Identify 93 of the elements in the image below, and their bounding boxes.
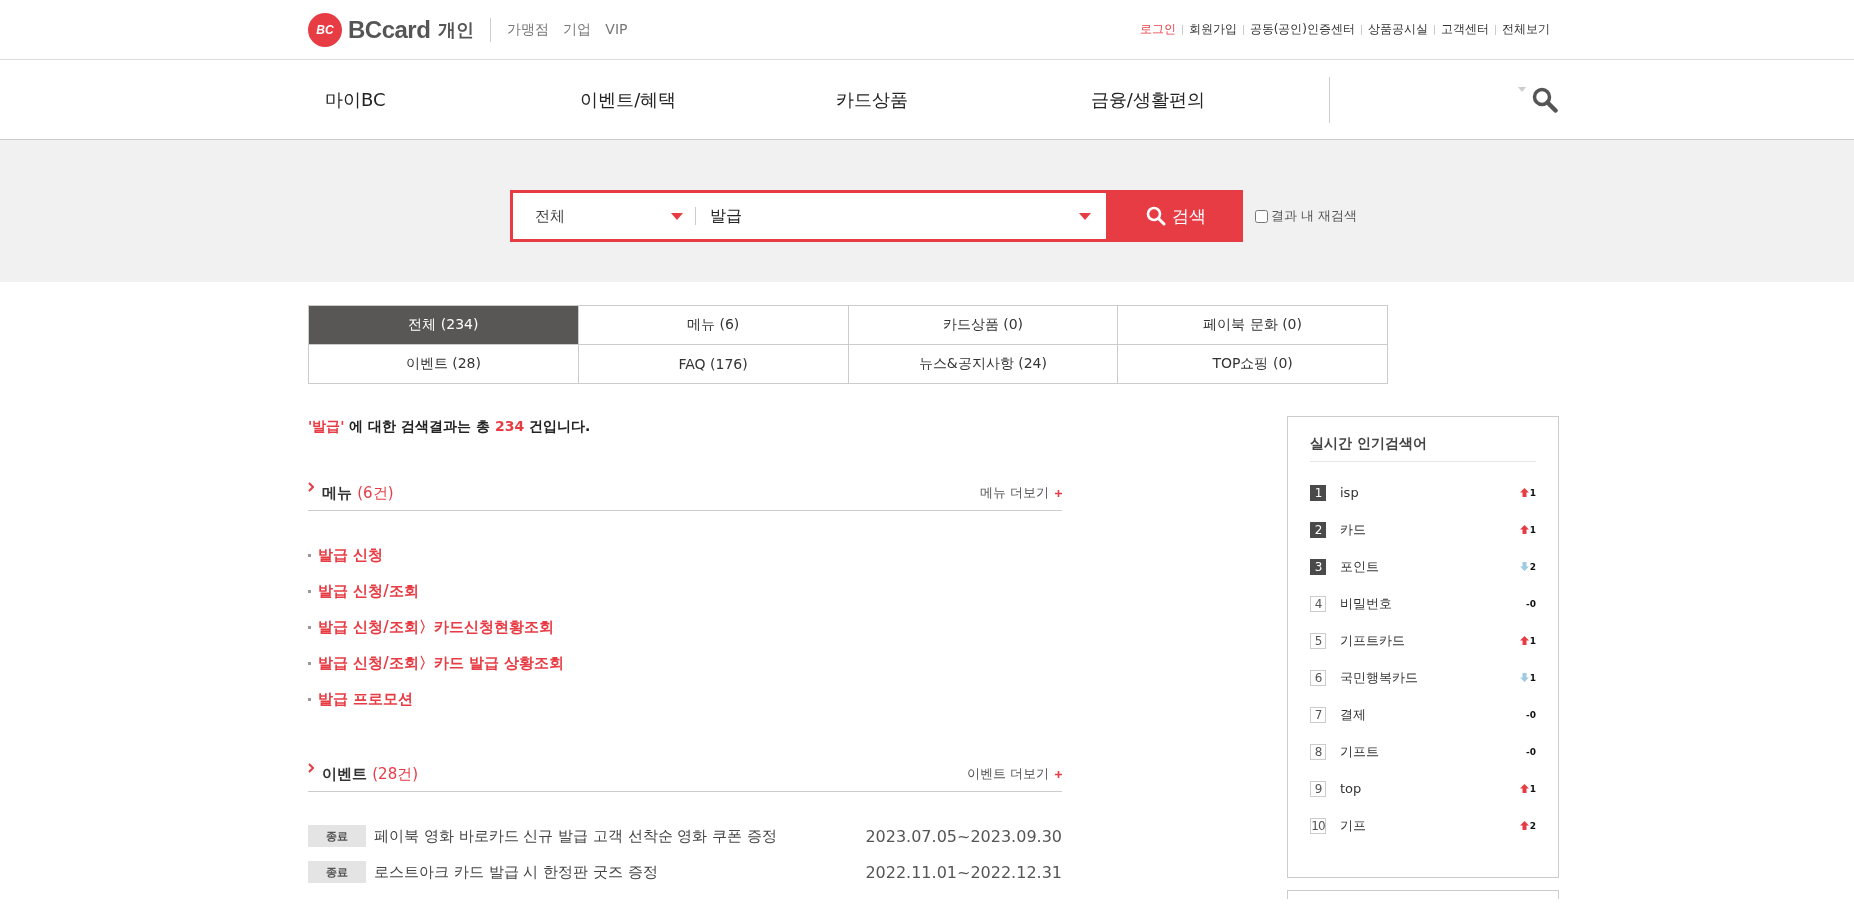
search-term[interactable]: isp <box>1340 485 1359 500</box>
rank-number: 7 <box>1310 706 1326 723</box>
chevron-icon <box>308 482 314 492</box>
up-arrow-icon <box>1519 488 1529 497</box>
nav-item[interactable]: 이벤트/혜택 <box>563 87 819 112</box>
rank-number: 4 <box>1310 595 1326 612</box>
rank-change: 2 <box>1529 561 1536 572</box>
rank-number: 5 <box>1310 632 1326 649</box>
status-label: 종료 <box>308 825 366 847</box>
down-arrow-icon <box>1519 562 1529 571</box>
plus-icon <box>1055 489 1062 497</box>
event-link[interactable]: 페이북 영화 바로카드 신규 발급 고객 선착순 영화 쿠폰 증정 <box>374 826 777 846</box>
rank-number: 10 <box>1310 817 1326 834</box>
tab[interactable]: 전체 (234) <box>309 306 579 345</box>
up-arrow-icon <box>1519 525 1529 534</box>
util-link[interactable]: 고객센터 <box>1441 21 1489 38</box>
site-link[interactable]: VIP <box>605 20 628 39</box>
tab[interactable]: 페이북 문화 (0) <box>1118 306 1388 345</box>
section-title: 메뉴 (6건) <box>322 483 394 503</box>
rank-change: -0 <box>1526 598 1536 609</box>
search-button[interactable]: 검색 <box>1109 190 1243 242</box>
checkbox[interactable] <box>1255 209 1268 223</box>
nav-item[interactable]: 카드상품 <box>818 87 1074 112</box>
search-term[interactable]: 결제 <box>1340 705 1366 724</box>
search-term[interactable]: 포인트 <box>1340 557 1379 576</box>
event-link[interactable]: 로스트아크 카드 발급 시 한정판 굿즈 증정 <box>374 862 658 882</box>
search-term[interactable]: top <box>1340 781 1362 796</box>
caret-icon <box>1079 212 1091 220</box>
result-link[interactable]: 발급 신청/조회〉카드 발급 상황조회 <box>318 653 565 673</box>
more-link[interactable]: 이벤트 더보기 <box>966 765 1062 783</box>
tab[interactable]: 뉴스&공지사항 (24) <box>848 345 1119 384</box>
up-arrow-icon <box>1519 636 1529 645</box>
result-link[interactable]: 발급 신청/조회 <box>318 581 419 601</box>
nav-item[interactable]: 금융/생활편의 <box>1073 87 1329 112</box>
util-link[interactable]: 전체보기 <box>1502 21 1550 38</box>
more-link[interactable]: 메뉴 더보기 <box>979 484 1062 502</box>
util-link[interactable]: 상품공시실 <box>1368 21 1428 38</box>
chevron-icon <box>308 763 314 773</box>
rank-change: 1 <box>1529 487 1536 498</box>
nav-item[interactable]: 마이BC <box>308 87 564 112</box>
event-period: 2022.11.01~2022.12.31 <box>865 862 1062 882</box>
up-arrow-icon <box>1519 821 1529 830</box>
search-term[interactable]: 비밀번호 <box>1340 594 1392 613</box>
tab[interactable]: FAQ (176) <box>578 345 849 384</box>
result-link[interactable]: 발급 프로모션 <box>318 689 414 709</box>
rank-number: 1 <box>1310 484 1326 501</box>
search-term[interactable]: 카드 <box>1340 520 1366 539</box>
rank-number: 9 <box>1310 780 1326 797</box>
category-dropdown[interactable]: 전체 <box>535 206 565 226</box>
checkbox-label[interactable]: 결과 내 재검색 <box>1271 207 1358 225</box>
logo-text[interactable]: BCcard <box>348 15 431 44</box>
search-term[interactable]: 기프 <box>1340 816 1366 835</box>
search-icon[interactable] <box>1532 86 1558 113</box>
tab[interactable]: 메뉴 (6) <box>578 306 849 345</box>
rank-number: 8 <box>1310 743 1326 760</box>
plus-icon <box>1055 770 1062 778</box>
site-name: 개인 <box>438 17 492 42</box>
search-input[interactable]: 발급 <box>708 205 1079 227</box>
rank-number: 3 <box>1310 558 1326 575</box>
rank-change: -0 <box>1526 709 1536 720</box>
tab[interactable]: 카드상품 (0) <box>848 306 1119 345</box>
util-link[interactable]: 로그인 <box>1139 21 1176 38</box>
rank-change: 1 <box>1529 783 1536 794</box>
rank-number: 6 <box>1310 669 1326 686</box>
site-link[interactable]: 가맹점 <box>507 20 550 39</box>
util-link[interactable]: 회원가입 <box>1188 21 1237 38</box>
rank-change: 1 <box>1529 524 1536 535</box>
search-term[interactable]: 국민행복카드 <box>1340 668 1418 687</box>
section-title: 이벤트 (28건) <box>322 764 419 784</box>
rank-number: 2 <box>1310 521 1326 538</box>
search-icon <box>1146 206 1166 226</box>
caret-icon <box>671 212 683 220</box>
event-period: 2023.07.05~2023.09.30 <box>865 826 1062 846</box>
rank-change: 1 <box>1529 672 1536 683</box>
search-bar[interactable]: 전체 발급 <box>510 190 1109 242</box>
result-link[interactable]: 발급 신청/조회〉카드신청현황조회 <box>318 617 554 637</box>
caret-icon <box>1518 86 1526 92</box>
site-link[interactable]: 기업 <box>563 20 592 39</box>
logo-mark[interactable]: BC <box>308 12 342 47</box>
tab[interactable]: TOP쇼핑 (0) <box>1118 345 1388 384</box>
result-summary: '발급' 에 대한 검색결과는 총 234 건입니다. <box>308 418 592 436</box>
down-arrow-icon <box>1519 673 1529 682</box>
status-label: 종료 <box>308 861 366 883</box>
panel-title: 실시간 인기검색어 <box>1310 435 1536 462</box>
rank-change: 2 <box>1529 820 1536 831</box>
util-link[interactable]: 공동(공인)인증센터 <box>1249 21 1355 38</box>
rank-change: 1 <box>1529 635 1536 646</box>
rank-change: -0 <box>1526 746 1536 757</box>
search-term[interactable]: 기프트 <box>1340 742 1379 761</box>
tab[interactable]: 이벤트 (28) <box>309 345 579 384</box>
search-term[interactable]: 기프트카드 <box>1340 631 1405 650</box>
up-arrow-icon <box>1519 784 1529 793</box>
result-link[interactable]: 발급 신청 <box>318 545 384 565</box>
